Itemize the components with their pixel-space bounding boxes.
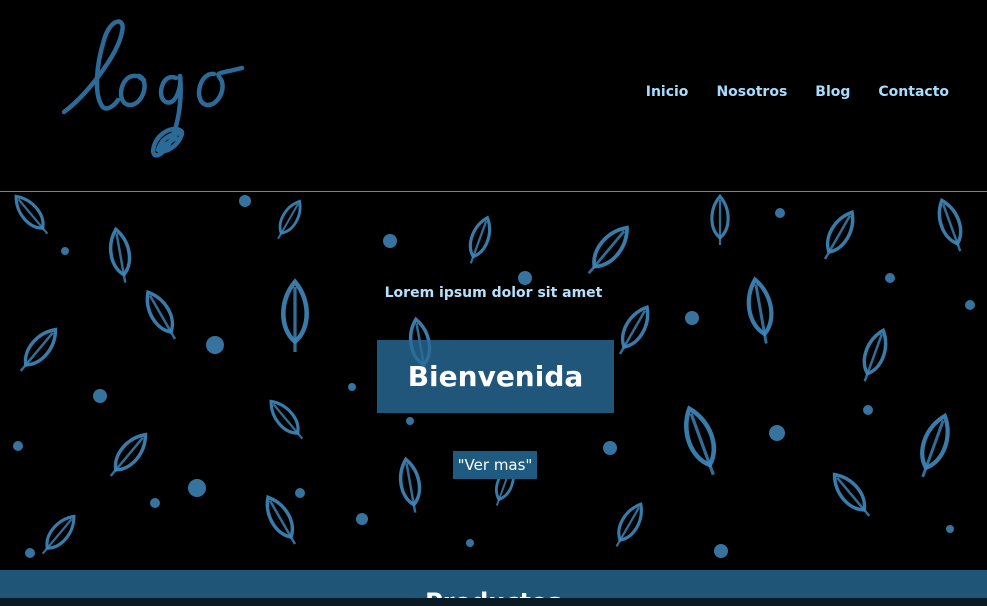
leaf-icon — [109, 432, 148, 477]
leaf-icon — [19, 327, 58, 372]
site-header: logo Inicio Nosotros Blog Contacto — [0, 0, 987, 192]
dot-icon — [885, 273, 895, 283]
dot-icon — [406, 417, 414, 425]
dot-icon — [383, 234, 397, 248]
leaf-icon — [920, 412, 950, 478]
dot-icon — [239, 195, 251, 207]
ver-mas-button[interactable]: "Ver mas" — [453, 451, 537, 479]
leaf-icon — [823, 209, 855, 260]
dot-icon — [93, 389, 107, 403]
dot-icon — [61, 247, 69, 255]
dot-icon — [466, 539, 474, 547]
nav-inicio[interactable]: Inicio — [646, 84, 689, 100]
products-divider — [0, 598, 987, 606]
dot-icon — [714, 544, 728, 558]
products-section: Productos — [0, 570, 987, 606]
dot-icon — [518, 271, 532, 285]
leaf-icon — [265, 494, 297, 545]
dot-icon — [356, 513, 368, 525]
leaf-icon — [398, 456, 422, 513]
leaf-icon — [587, 225, 629, 275]
leaf-icon — [14, 194, 49, 235]
dot-icon — [150, 498, 160, 508]
dot-icon — [946, 525, 954, 533]
dot-icon — [188, 479, 206, 497]
leaf-icon — [710, 193, 730, 246]
dot-icon — [603, 441, 617, 455]
dot-icon — [863, 405, 873, 415]
main-nav: Inicio Nosotros Blog Contacto — [646, 84, 949, 100]
dot-icon — [965, 300, 975, 310]
nav-contacto[interactable]: Contacto — [878, 84, 949, 100]
leaf-icon — [615, 502, 643, 547]
hero-section: Lorem ipsum dolor sit amet Bienvenida "V… — [0, 193, 987, 570]
leaf-icon — [277, 199, 302, 240]
leaf-icon — [618, 304, 650, 355]
dot-icon — [775, 208, 785, 218]
leaf-icon — [269, 399, 304, 440]
leaf-icon — [108, 226, 132, 283]
hero-subtitle: Lorem ipsum dolor sit amet — [384, 285, 603, 301]
leaf-icon — [41, 514, 76, 555]
dot-icon — [769, 425, 785, 441]
logo[interactable]: logo — [58, 14, 248, 166]
leaf-icon — [684, 405, 717, 476]
dot-icon — [685, 311, 699, 325]
hero-title: Bienvenida — [377, 340, 614, 413]
nav-nosotros[interactable]: Nosotros — [716, 84, 787, 100]
leaf-icon — [832, 472, 871, 517]
dot-icon — [25, 548, 35, 558]
dot-icon — [206, 336, 224, 354]
leaf-icon — [468, 215, 492, 264]
dot-icon — [295, 488, 305, 498]
leaf-icon — [937, 197, 963, 252]
dot-icon — [348, 383, 356, 391]
nav-blog[interactable]: Blog — [815, 84, 850, 100]
dot-icon — [13, 441, 23, 451]
leaf-icon — [862, 327, 888, 382]
